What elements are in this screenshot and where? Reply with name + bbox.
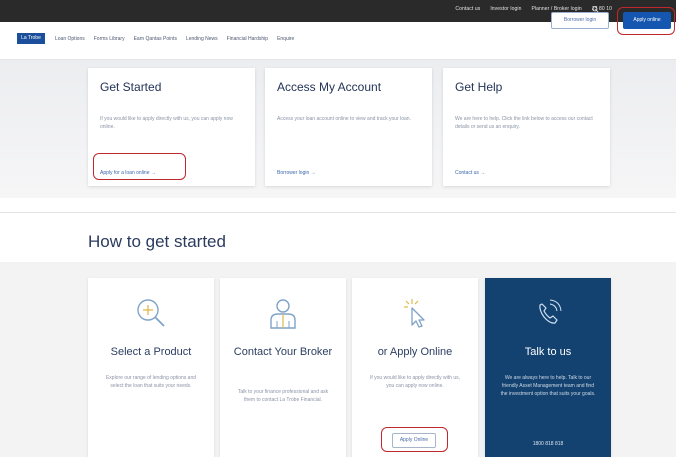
borrower-login-link[interactable]: Borrower login →: [277, 170, 316, 176]
person-icon: [270, 299, 296, 329]
nav-enquire[interactable]: Enquire: [277, 36, 294, 42]
tile-title: or Apply Online: [377, 346, 453, 358]
investor-login-link[interactable]: Investor login: [490, 6, 521, 12]
tile-title: Contact Your Broker: [233, 346, 333, 358]
nav-earn-qantas-points[interactable]: Earn Qantas Points: [134, 36, 177, 42]
apply-loan-highlight: [93, 153, 186, 180]
phone-icon: [539, 299, 562, 324]
tile-title: Talk to us: [524, 346, 572, 358]
card-description: If you would like to apply directly with…: [100, 116, 233, 130]
how-to-get-started-heading: How to get started: [88, 232, 226, 251]
apply-online-tile-highlight: [381, 427, 448, 452]
cursor-click-icon: [404, 299, 425, 328]
contact-us-link[interactable]: Contact us: [455, 6, 480, 12]
la-trobe-logo[interactable]: La Trobe: [17, 33, 45, 44]
apply-online-button[interactable]: Apply online: [623, 12, 671, 29]
tile-title: Select a Product: [110, 346, 192, 358]
card-title: Access My Account: [277, 80, 382, 94]
contact-us-card-link[interactable]: Contact us →: [455, 170, 485, 176]
contact-broker-tile[interactable]: Contact Your Broker Talk to your finance…: [220, 278, 346, 457]
nav-financial-hardship[interactable]: Financial Hardship: [227, 36, 268, 42]
tile-phone-number[interactable]: 1800 818 818: [485, 441, 611, 447]
nav-loan-options[interactable]: Loan Options: [55, 36, 85, 42]
card-description: We are here to help. Click the link belo…: [455, 116, 593, 130]
nav-forms-library[interactable]: Forms Library: [94, 36, 125, 42]
talk-to-us-tile[interactable]: Talk to us We are always here to help. T…: [485, 278, 611, 457]
access-account-card: Access My Account Access your loan accou…: [265, 68, 432, 186]
nav-lending-news[interactable]: Lending News: [186, 36, 218, 42]
tile-description: If you would like to apply directly with…: [369, 375, 461, 389]
magnifier-plus-icon: [137, 299, 165, 327]
card-title: Get Help: [455, 80, 503, 94]
select-product-tile[interactable]: Select a Product Explore our range of le…: [88, 278, 214, 457]
tile-description: Explore our range of lending options and…: [105, 375, 197, 389]
nav-links: Loan Options Forms Library Earn Qantas P…: [55, 36, 294, 42]
get-help-card: Get Help We are here to help. Click the …: [443, 68, 610, 186]
section-divider: [0, 212, 676, 213]
tile-description: Talk to your finance professional and as…: [237, 389, 329, 403]
card-description: Access your loan account online to view …: [277, 116, 411, 122]
card-title: Get Started: [100, 80, 162, 94]
tile-description: We are always here to help. Talk to our …: [500, 375, 596, 397]
borrower-login-button[interactable]: Borrower login: [551, 12, 609, 29]
